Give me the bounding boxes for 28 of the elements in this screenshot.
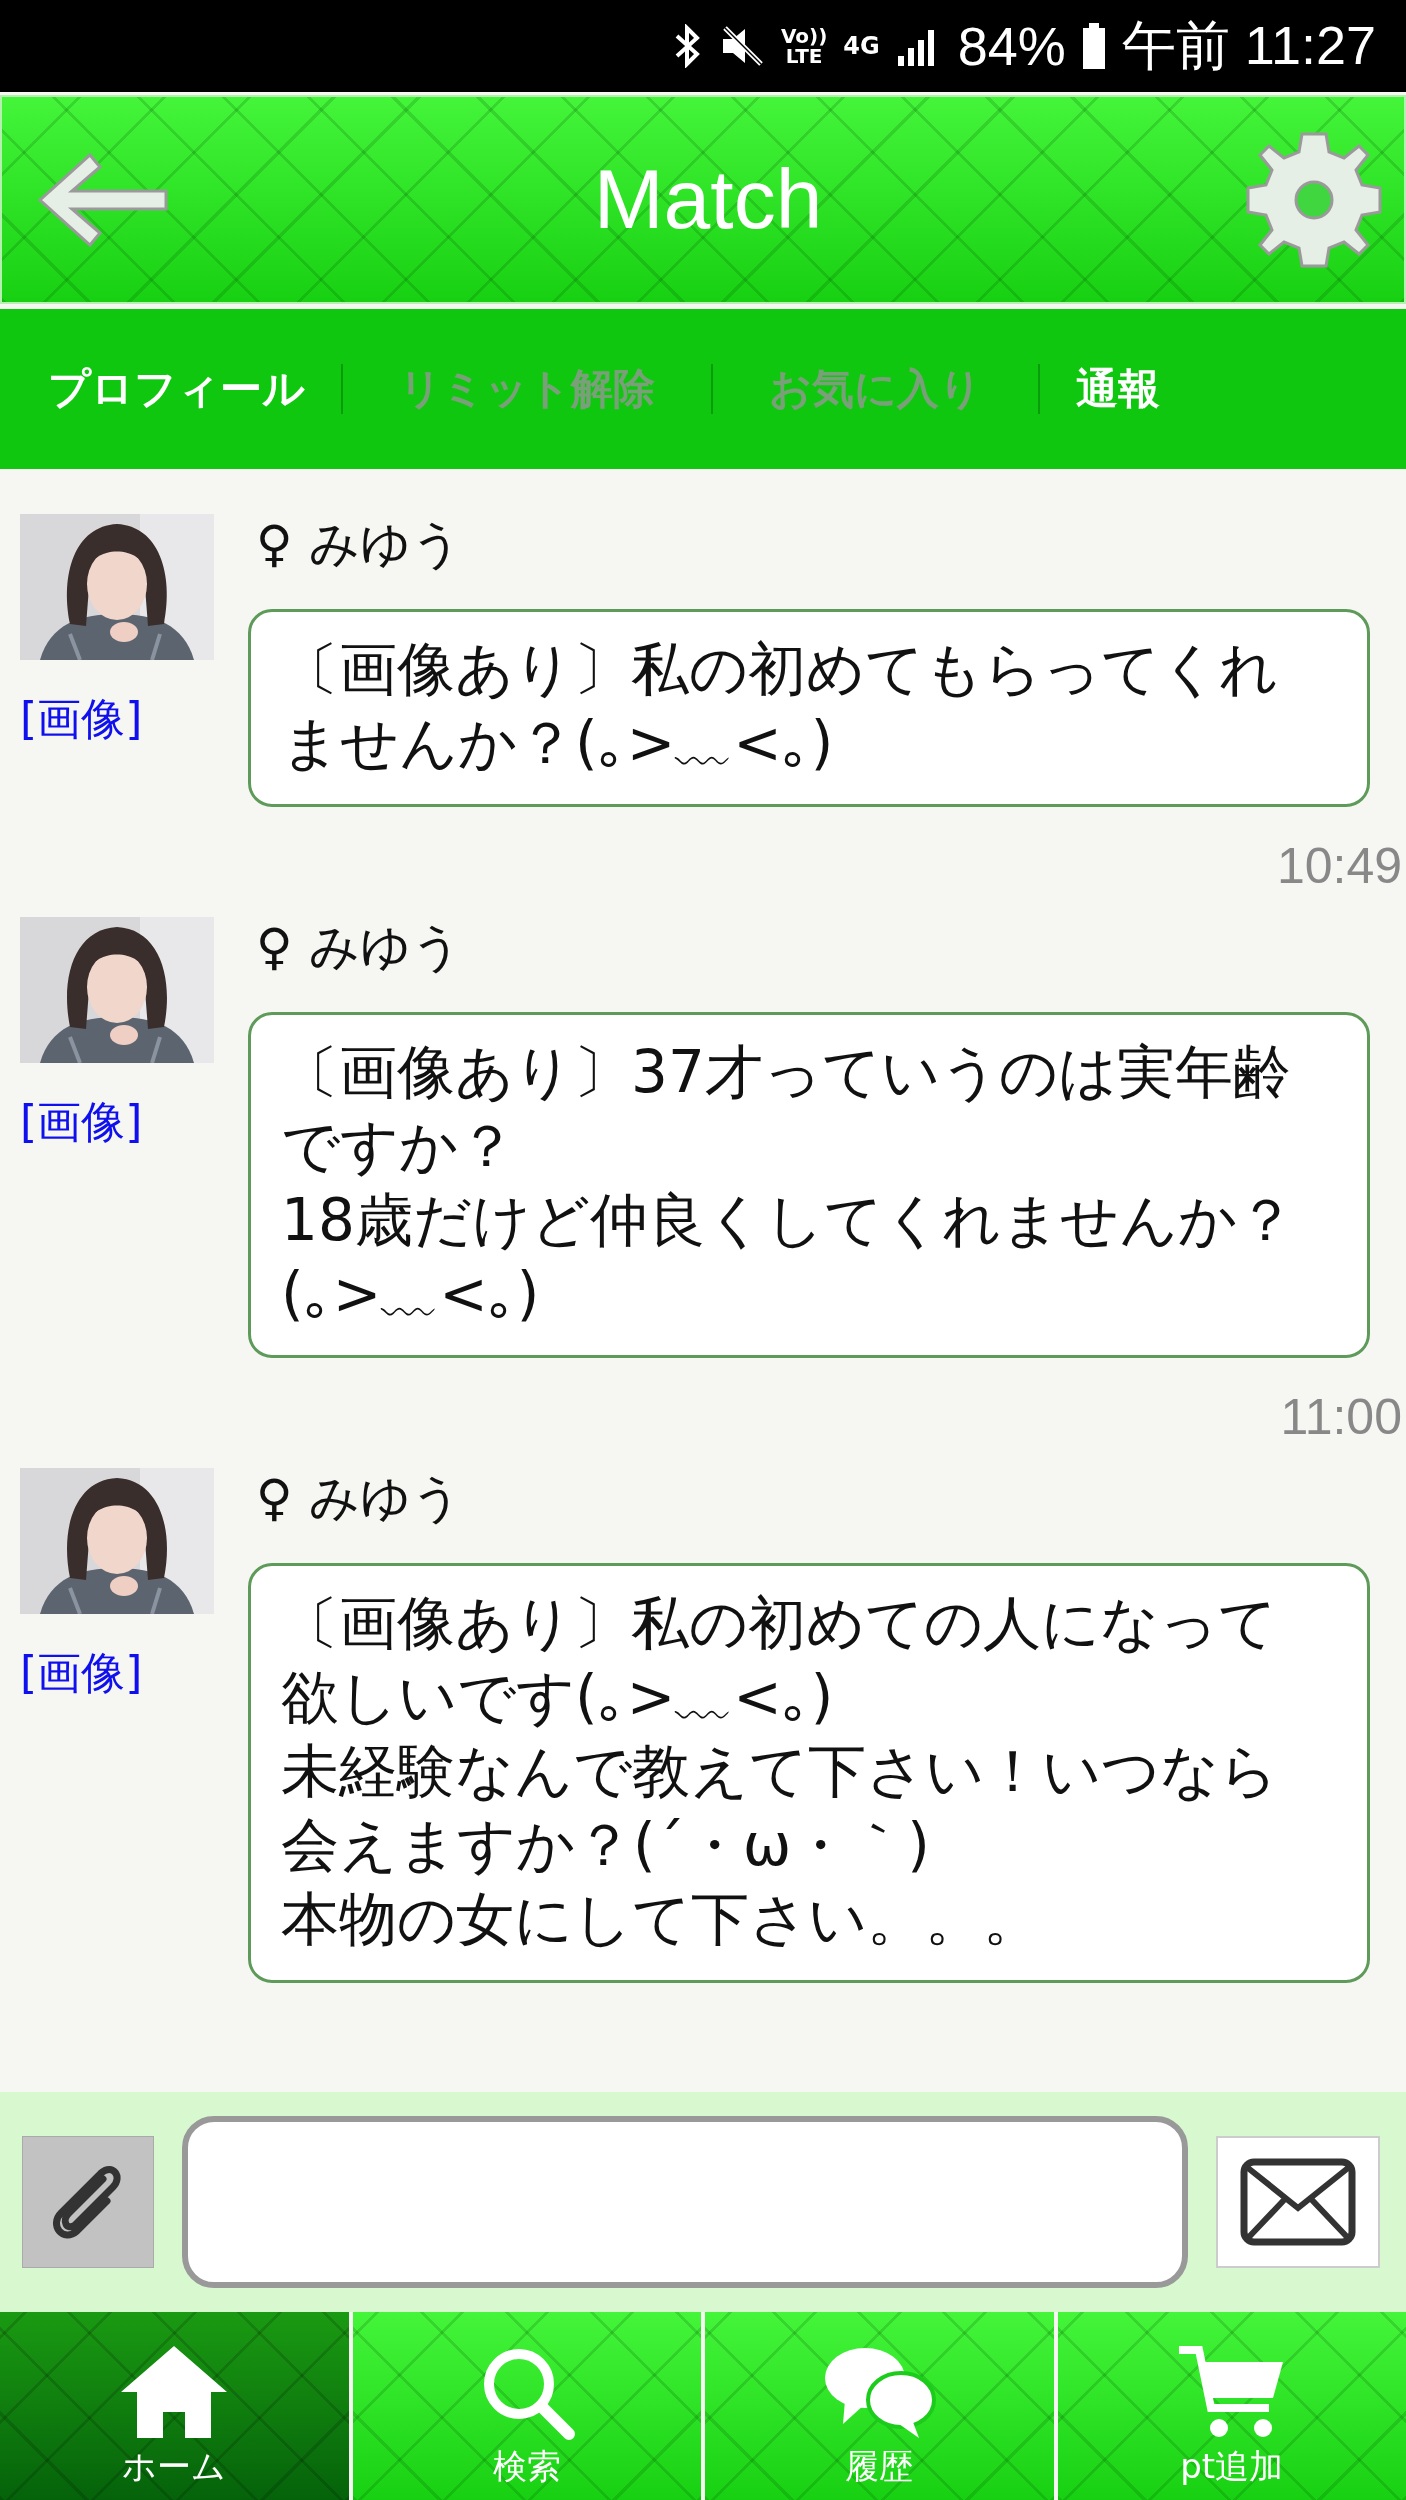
- header-title: Match: [593, 151, 823, 248]
- attach-button[interactable]: [22, 2136, 154, 2268]
- message-time: 10:49: [1276, 837, 1402, 896]
- sender-name: ♀ みゆう: [255, 514, 462, 575]
- image-link[interactable]: [画像]: [20, 1093, 143, 1152]
- message-bubble: 〔画像あり〕私の初めてもらってくれませんか？(｡>﹏<｡): [248, 609, 1370, 807]
- network-label: 4G: [843, 32, 880, 60]
- send-button[interactable]: [1216, 2136, 1380, 2268]
- battery-icon: [1081, 23, 1106, 69]
- battery-percent: 84%: [957, 15, 1066, 77]
- message-bubble: 〔画像あり〕私の初めての人になって欲しいです(｡>﹏<｡) 未経験なんで教えて下さい！いつなら会えますか？(´・ω・｀) 本物の女にして下さい。。。: [248, 1563, 1370, 1983]
- clock: 午前 11:27: [1121, 13, 1376, 77]
- sender-name: ♀ みゆう: [255, 1468, 462, 1529]
- nav-tab[interactable]: 検索: [352, 2312, 701, 2500]
- nav-tab[interactable]: 履歴: [705, 2312, 1054, 2500]
- volte-label: Vo)): [780, 26, 828, 46]
- image-link[interactable]: [画像]: [20, 1644, 143, 1703]
- envelope-icon: [1240, 2158, 1356, 2246]
- message-time: 11:00: [1280, 1388, 1402, 1447]
- tab[interactable]: プロフィール: [48, 361, 305, 417]
- image-link[interactable]: [画像]: [20, 690, 143, 749]
- nav-tab[interactable]: pt追加: [1057, 2312, 1406, 2500]
- tab[interactable]: 通報: [1076, 361, 1160, 417]
- message-input[interactable]: [182, 2116, 1188, 2288]
- nav-tab[interactable]: ホーム: [0, 2312, 349, 2500]
- lte-label: LTE: [785, 46, 823, 66]
- sender-name: ♀ みゆう: [255, 917, 462, 978]
- message-bubble: 〔画像あり〕37才っていうのは実年齢ですか？ 18歳だけど仲良くしてくれませんか？(｡>﹏<｡): [248, 1012, 1370, 1358]
